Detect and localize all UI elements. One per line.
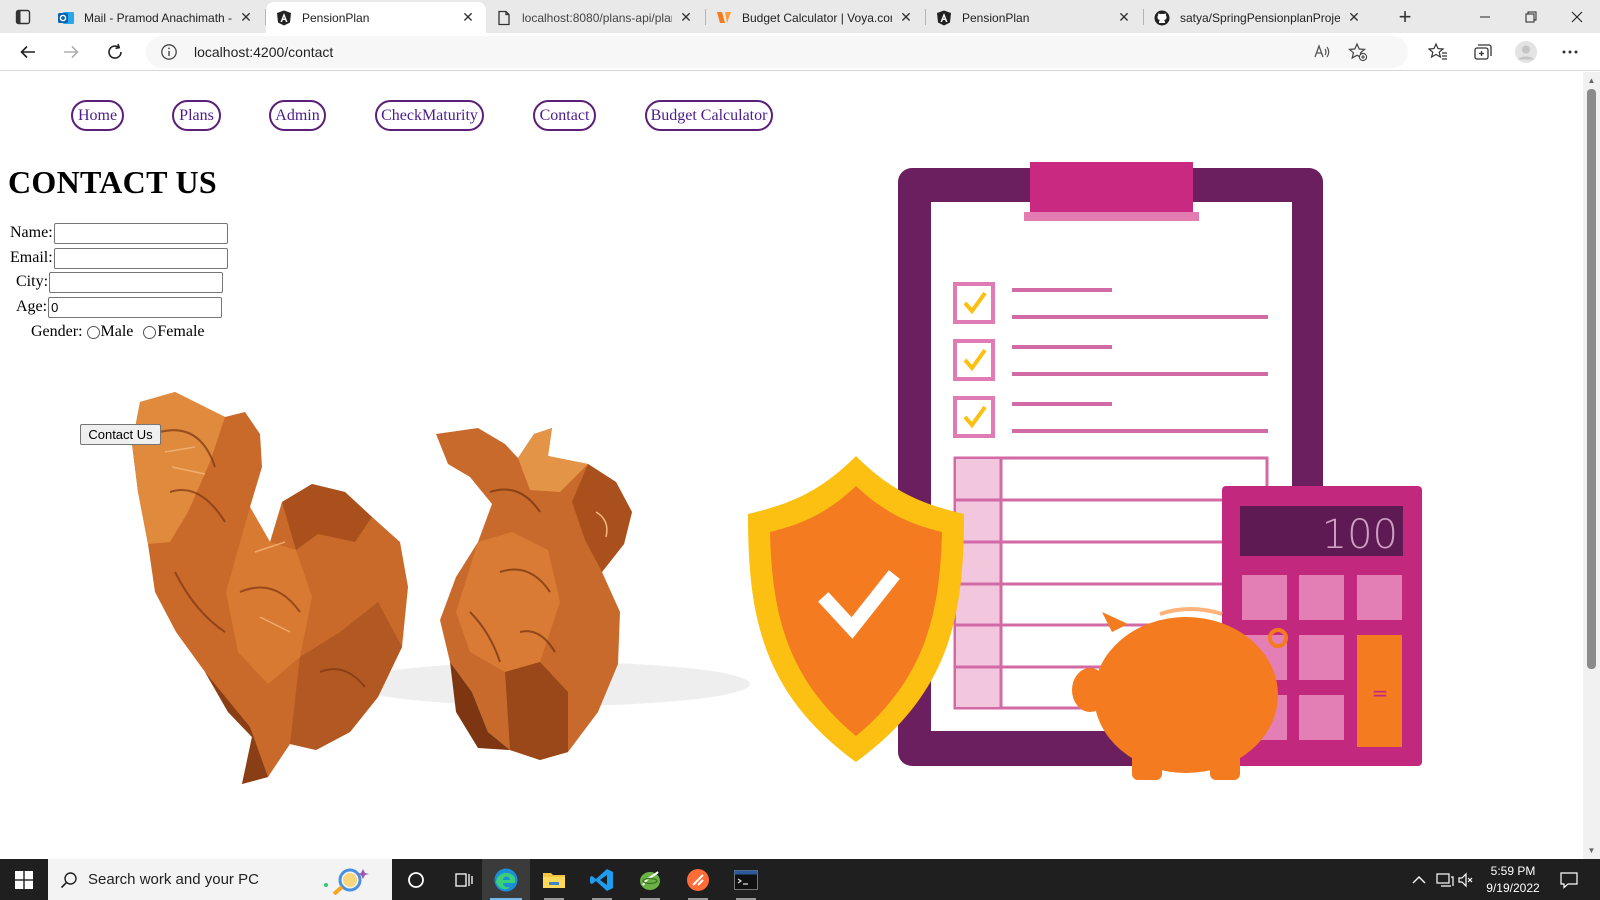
collections-icon[interactable] bbox=[1469, 39, 1495, 65]
page-illustration: 100 = bbox=[132, 162, 1422, 784]
email-field[interactable] bbox=[53, 247, 228, 269]
close-tab-icon[interactable]: ✕ bbox=[898, 9, 914, 26]
browser-tab-strip: Mail - Pramod Anachimath - O ✕ PensionPl… bbox=[0, 0, 1600, 33]
restore-icon[interactable] bbox=[1508, 0, 1554, 33]
vscode-icon[interactable] bbox=[578, 859, 626, 900]
clock-date: 9/19/2022 bbox=[1486, 881, 1540, 895]
calculator-equals-key: = bbox=[1372, 681, 1389, 705]
gender-female-radio[interactable] bbox=[143, 325, 157, 339]
tab-mail[interactable]: Mail - Pramod Anachimath - O ✕ bbox=[48, 2, 264, 33]
origami-rabbit-image bbox=[436, 428, 632, 760]
refresh-icon[interactable] bbox=[99, 37, 131, 67]
gender-female-label: Female bbox=[157, 323, 205, 340]
notifications-icon[interactable] bbox=[1560, 859, 1578, 900]
gender-label: Gender: bbox=[31, 323, 83, 340]
search-placeholder: Search work and your PC bbox=[88, 871, 259, 888]
tab-title: localhost:8080/plans-api/plan bbox=[522, 10, 672, 25]
tab-title: PensionPlan bbox=[962, 10, 1030, 25]
close-window-icon[interactable] bbox=[1554, 0, 1600, 33]
file-explorer-icon[interactable] bbox=[530, 859, 578, 900]
tab-pensionplan[interactable]: PensionPlan ✕ bbox=[926, 2, 1142, 33]
tab-title: satya/SpringPensionplanProje bbox=[1180, 10, 1340, 25]
favorites-icon[interactable] bbox=[1425, 39, 1451, 65]
address-bar[interactable]: localhost:4200/contact bbox=[146, 36, 1408, 68]
tab-pensionplan-active[interactable]: PensionPlan ✕ bbox=[266, 2, 486, 33]
windows-taskbar: Search work and your PC 5:59 PM 9/19/202… bbox=[0, 859, 1600, 900]
spring-tools-icon[interactable] bbox=[626, 859, 674, 900]
clock-time: 5:59 PM bbox=[1490, 864, 1536, 878]
browser-toolbar: localhost:4200/contact bbox=[0, 33, 1600, 71]
calculator-display-text: 100 bbox=[1322, 512, 1398, 558]
scroll-up-arrow-icon[interactable]: ▲ bbox=[1586, 75, 1597, 86]
tab-title: PensionPlan bbox=[302, 10, 370, 25]
contact-us-button[interactable]: Contact Us bbox=[80, 424, 161, 445]
windows-start-icon[interactable] bbox=[0, 859, 48, 900]
speaker-muted-icon[interactable] bbox=[1458, 859, 1474, 900]
postman-icon[interactable] bbox=[674, 859, 722, 900]
search-icon bbox=[60, 872, 77, 889]
minimize-icon[interactable] bbox=[1462, 0, 1508, 33]
age-field[interactable] bbox=[48, 296, 223, 318]
close-tab-icon[interactable]: ✕ bbox=[460, 9, 476, 26]
nav-link-home[interactable]: Home bbox=[71, 100, 124, 131]
address-url: localhost:4200/contact bbox=[194, 44, 334, 60]
nav-link-plans[interactable]: Plans bbox=[172, 100, 221, 131]
nav-link-admin[interactable]: Admin bbox=[269, 100, 326, 131]
nav-link-contact[interactable]: Contact bbox=[533, 100, 596, 131]
terminal-icon[interactable] bbox=[722, 859, 770, 900]
city-label: City: bbox=[16, 273, 49, 290]
city-field[interactable] bbox=[49, 271, 224, 293]
tab-title: Mail - Pramod Anachimath - O bbox=[84, 10, 232, 25]
add-favorite-icon[interactable] bbox=[1348, 42, 1368, 62]
site-info-icon[interactable] bbox=[160, 43, 178, 61]
profile-avatar-icon[interactable] bbox=[1513, 39, 1539, 65]
nav-link-budget-calculator[interactable]: Budget Calculator bbox=[645, 100, 773, 131]
tab-title: Budget Calculator | Voya.com bbox=[742, 10, 892, 25]
tab-budget-calculator[interactable]: Budget Calculator | Voya.com ✕ bbox=[706, 2, 924, 33]
nav-link-checkmaturity[interactable]: CheckMaturity bbox=[375, 100, 484, 131]
edge-icon[interactable] bbox=[482, 859, 530, 900]
outlook-icon bbox=[58, 10, 74, 26]
name-field[interactable] bbox=[53, 222, 228, 244]
back-arrow-icon[interactable] bbox=[12, 37, 44, 67]
more-menu-icon[interactable] bbox=[1557, 39, 1583, 65]
scroll-down-arrow-icon[interactable]: ▼ bbox=[1586, 845, 1597, 856]
page-icon bbox=[496, 10, 512, 26]
close-tab-icon[interactable]: ✕ bbox=[678, 9, 694, 26]
github-icon bbox=[1154, 10, 1170, 26]
network-icon[interactable] bbox=[1436, 859, 1454, 900]
origami-squirrel-image bbox=[132, 392, 408, 784]
read-aloud-icon[interactable] bbox=[1312, 42, 1332, 62]
angular-icon bbox=[936, 10, 952, 26]
taskbar-search-box[interactable]: Search work and your PC bbox=[48, 859, 392, 900]
close-tab-icon[interactable]: ✕ bbox=[238, 9, 254, 26]
search-highlight-icon bbox=[324, 868, 369, 895]
tab-actions-icon[interactable] bbox=[10, 6, 36, 28]
task-view-icon[interactable] bbox=[440, 859, 488, 900]
close-tab-icon[interactable]: ✕ bbox=[1346, 9, 1362, 26]
close-tab-icon[interactable]: ✕ bbox=[1116, 9, 1132, 26]
name-label: Name: bbox=[10, 224, 53, 241]
forward-arrow-icon[interactable] bbox=[55, 37, 87, 67]
taskbar-clock[interactable]: 5:59 PM 9/19/2022 bbox=[1478, 863, 1548, 897]
age-label: Age: bbox=[16, 298, 48, 315]
page-title: CONTACT US bbox=[8, 164, 217, 200]
voya-icon bbox=[716, 10, 732, 26]
gender-male-radio[interactable] bbox=[86, 325, 100, 339]
email-label: Email: bbox=[10, 249, 53, 266]
new-tab-button[interactable]: + bbox=[1392, 4, 1418, 30]
cortana-icon[interactable] bbox=[392, 859, 440, 900]
gender-male-label: Male bbox=[100, 323, 134, 340]
show-hidden-icons-icon[interactable] bbox=[1412, 859, 1426, 900]
tab-github[interactable]: satya/SpringPensionplanProje ✕ bbox=[1144, 2, 1372, 33]
angular-icon bbox=[276, 10, 292, 26]
tab-plans-api[interactable]: localhost:8080/plans-api/plan ✕ bbox=[486, 2, 704, 33]
page-scrollbar[interactable]: ▲ ▼ bbox=[1583, 72, 1600, 859]
page-viewport: 100 = Home Plans Admin CheckMaturity Con… bbox=[0, 72, 1583, 859]
scroll-thumb[interactable] bbox=[1587, 89, 1596, 669]
